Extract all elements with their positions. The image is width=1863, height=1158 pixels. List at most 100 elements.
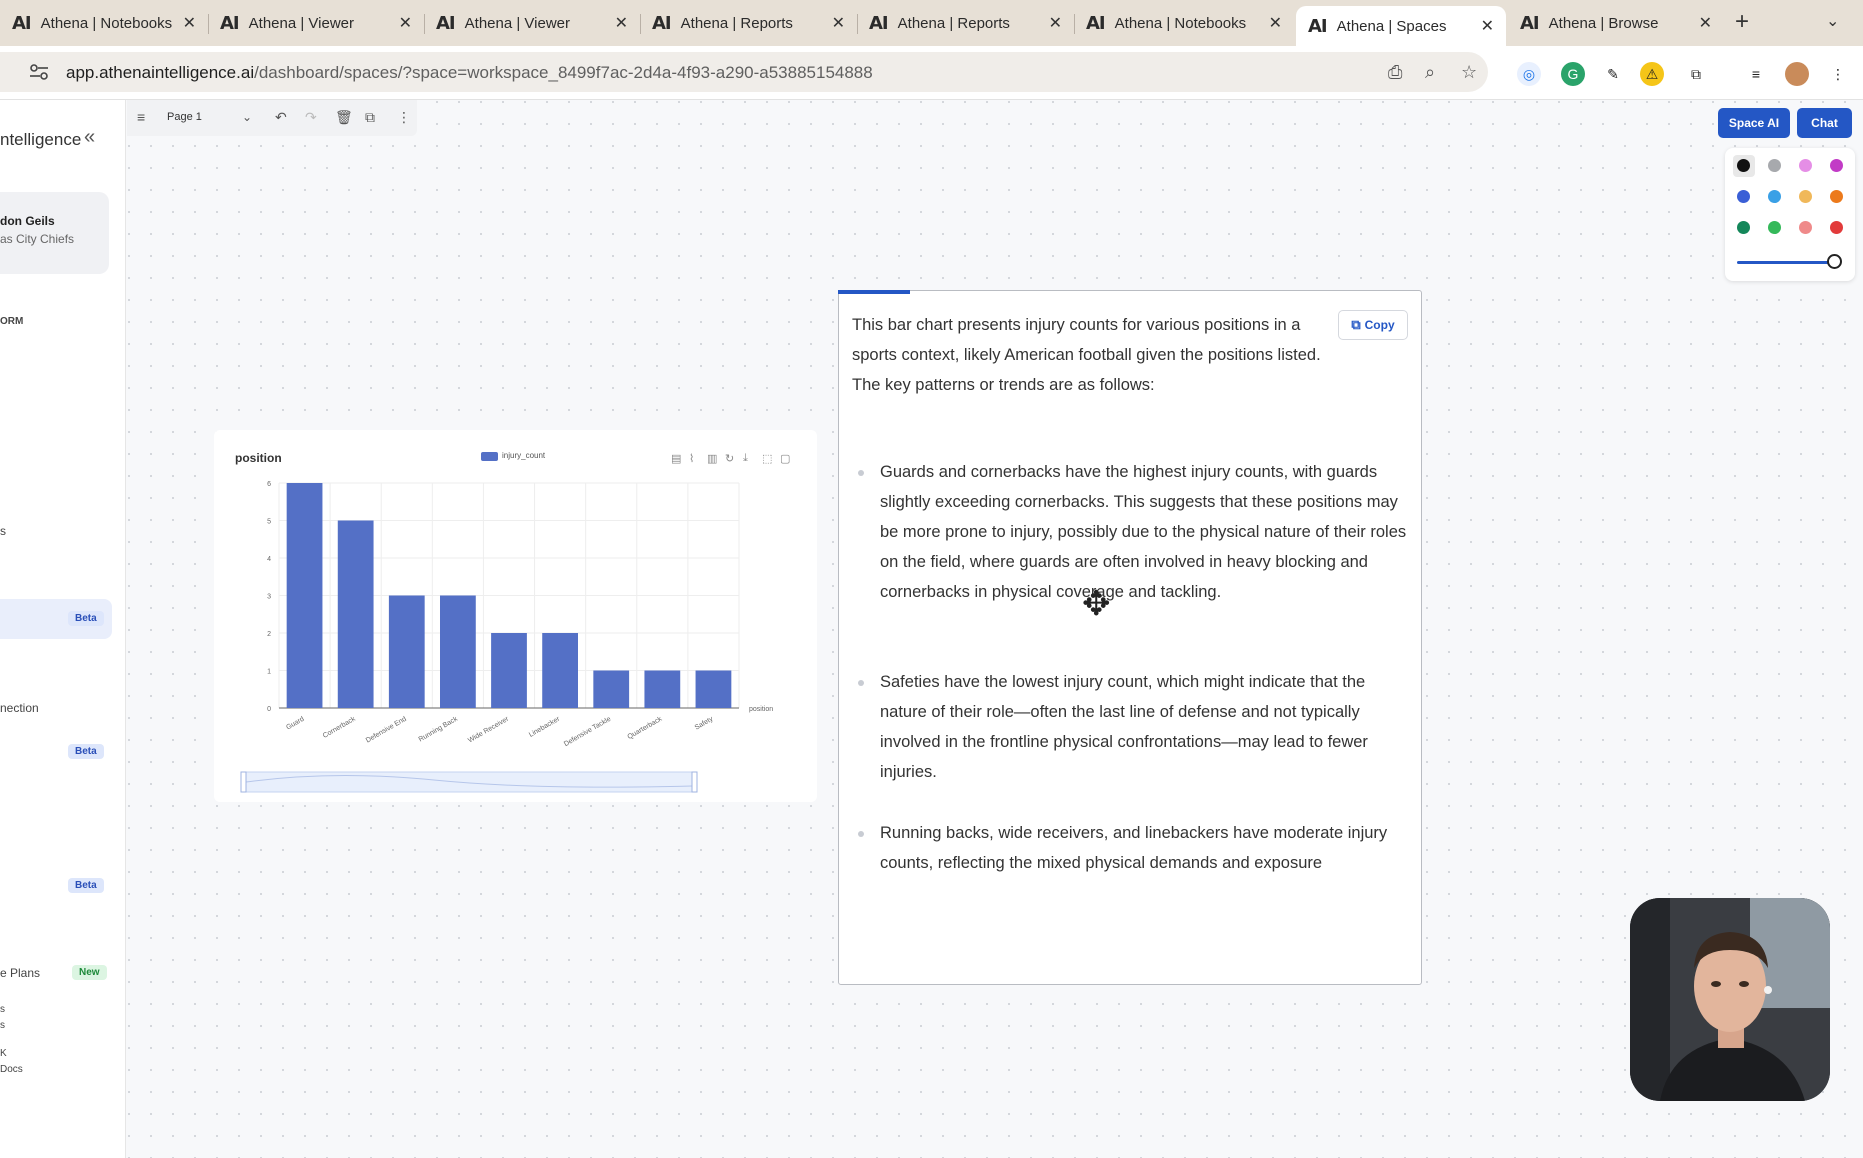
grammar-extension-icon[interactable]: G [1561,62,1585,86]
sidebar-item[interactable]: s [0,1020,5,1031]
duplicate-icon[interactable]: ⧉ [365,109,375,126]
color-swatch[interactable] [1737,159,1750,172]
zoom-icon[interactable]: ⌕ [1425,62,1435,83]
chart-bar[interactable] [491,633,527,708]
x-tick-label: Safety [694,715,715,731]
browser-tab[interactable]: AI Athena | Viewer ✕ [208,6,424,40]
browser-tab[interactable]: AI Athena | Reports ✕ [857,6,1074,40]
chart-bar[interactable] [286,483,323,708]
x-tick-label: Defensive Tackle [563,716,612,749]
chart-bar[interactable] [593,670,630,709]
chart-bar[interactable] [695,670,732,709]
chart-bar[interactable] [440,595,476,709]
color-swatch[interactable] [1830,190,1843,203]
browser-tab[interactable]: AI Athena | Viewer ✕ [424,6,640,40]
color-swatch[interactable] [1737,190,1750,203]
chart-bar[interactable] [542,633,578,708]
move-cursor-icon: ✥ [1082,585,1111,623]
tab-strip: AI Athena | Notebooks ✕ AI Athena | View… [0,0,1863,46]
app-sidebar: ntelligence « don Geils as City Chiefs O… [0,100,126,1158]
close-icon[interactable]: ✕ [1049,13,1062,33]
copy-button[interactable]: ⧉ Copy [1338,310,1408,340]
address-bar[interactable]: app.athenaintelligence.ai/dashboard/spac… [0,52,1488,92]
data-zoom-slider [243,771,695,793]
profile-avatar[interactable] [1785,62,1809,86]
menu-icon[interactable]: ≡ [137,109,145,125]
athena-logo-icon: AI [1520,12,1540,34]
data-zoom-handle [240,771,247,793]
color-swatch[interactable] [1768,221,1781,234]
url-path: /dashboard/spaces/?space=workspace_8499f… [254,63,873,82]
color-swatch[interactable] [1830,221,1843,234]
redo-icon[interactable]: ↷ [305,109,317,126]
color-swatch[interactable] [1768,190,1781,203]
sidebar-item[interactable]: K [0,1048,7,1059]
eyedropper-icon[interactable]: ✎ [1601,62,1625,86]
sidebar-item[interactable]: nection [0,701,39,715]
summary-intro: This bar chart presents injury counts fo… [852,316,1321,394]
color-swatch[interactable] [1799,221,1812,234]
new-tab-button[interactable]: + [1735,8,1749,36]
summary-bullet: Safeties have the lowest injury count, w… [880,673,1368,781]
x-tick-label: Linebacker [528,715,562,739]
bookmark-star-icon[interactable]: ☆ [1461,62,1477,83]
close-icon[interactable]: ✕ [399,13,412,33]
browser-tab[interactable]: AI Athena | Notebooks ✕ [0,6,208,40]
warning-extension-icon[interactable]: ⚠ [1640,62,1664,86]
browser-menu-icon[interactable]: ⋮ [1826,62,1850,86]
puzzle-extensions-icon[interactable]: ⧉ [1684,62,1708,86]
x-axis-label: position [749,706,773,713]
sidebar-item[interactable]: s [0,524,6,538]
close-icon[interactable]: ✕ [832,13,845,33]
tab-title: Athena | Spaces [1336,17,1447,35]
reading-list-icon[interactable]: ≡ [1744,62,1768,86]
extension-icon[interactable]: ◎ [1517,62,1541,86]
browser-tab-active[interactable]: AI Athena | Spaces ✕ [1296,6,1506,46]
close-icon[interactable]: ✕ [1699,13,1712,33]
browser-tab[interactable]: AI Athena | Reports ✕ [640,6,857,40]
data-zoom-handle [691,771,698,793]
chart-bar[interactable] [388,595,425,709]
presenter-video [1630,898,1830,1101]
install-app-icon[interactable]: ⎙ [1388,62,1402,83]
space-ai-button[interactable]: Space AI [1718,108,1790,138]
chevron-down-icon[interactable]: ⌄ [242,110,252,124]
sidebar-item[interactable]: Docs [0,1064,23,1075]
browser-tab[interactable]: AI Athena | Browse ✕ [1508,6,1724,40]
color-swatch[interactable] [1799,190,1812,203]
bullet-dot [858,831,864,837]
color-swatch[interactable] [1830,159,1843,172]
chart-bar[interactable] [644,670,681,709]
color-swatch[interactable] [1768,159,1781,172]
close-icon[interactable]: ✕ [615,13,628,33]
sidebar-item[interactable]: s [0,1004,5,1015]
stroke-width-slider-thumb[interactable] [1827,254,1842,269]
browser-tab[interactable]: AI Athena | Notebooks ✕ [1074,6,1294,40]
trash-icon[interactable]: 🗑 [335,109,353,126]
close-icon[interactable]: ✕ [1269,13,1282,33]
sidebar-section-label: ORM [0,316,24,327]
x-tick-label: Wide Receiver [467,715,510,744]
brand-name: ntelligence [0,130,82,149]
collapse-sidebar-icon[interactable]: « [84,126,95,149]
close-icon[interactable]: ✕ [183,13,196,33]
site-info-icon[interactable] [28,62,50,82]
url-host: app.athenaintelligence.ai [66,63,255,82]
chat-button[interactable]: Chat [1797,108,1852,138]
card-progress-bar [838,290,910,294]
sidebar-item[interactable]: e Plans [0,966,40,980]
athena-logo-icon: AI [1086,12,1106,34]
stroke-width-slider[interactable] [1737,261,1837,264]
x-tick-label: Guard [285,716,305,732]
color-swatch[interactable] [1737,221,1750,234]
tab-search-icon[interactable]: ⌄ [1826,11,1839,31]
more-options-icon[interactable]: ⋮ [397,109,411,126]
chart-bar[interactable] [337,520,374,709]
close-icon[interactable]: ✕ [1481,16,1494,36]
color-swatch[interactable] [1799,159,1812,172]
y-tick-label: 1 [267,669,271,676]
athena-logo-icon: AI [1308,15,1328,37]
undo-icon[interactable]: ↶ [275,109,287,126]
page-selector-label[interactable]: Page 1 [167,111,202,123]
url-text: app.athenaintelligence.ai/dashboard/spac… [66,63,873,83]
